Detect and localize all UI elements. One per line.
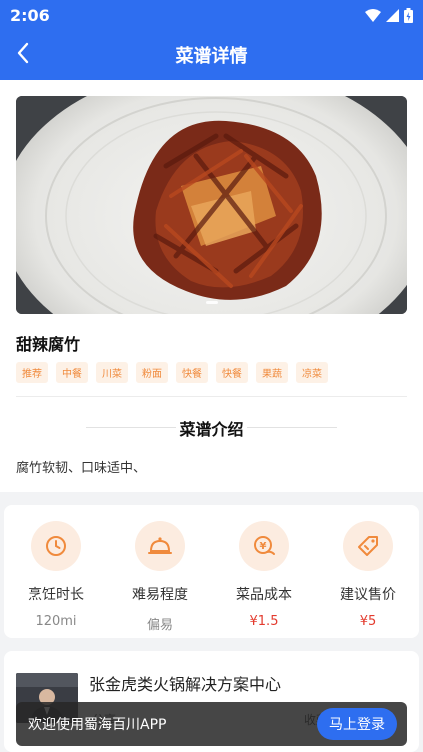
tag: 川菜 — [96, 362, 128, 383]
company-name: 张金虎类火锅解决方案中心 — [89, 675, 282, 694]
intro-title: 菜谱介绍 — [179, 420, 244, 439]
clock-icon — [46, 536, 66, 556]
stat-value: 120mi — [35, 614, 77, 629]
stat-icon-bg — [31, 521, 81, 571]
cost-icon: ¥ — [254, 536, 275, 555]
nav-bar: 菜谱详情 — [0, 30, 423, 80]
stat-value: 偏易 — [146, 618, 173, 633]
intro-heading: 菜谱介绍 — [0, 416, 423, 440]
svg-text:¥: ¥ — [260, 541, 267, 552]
status-icons — [365, 7, 413, 23]
tag-list: 推荐 中餐 川菜 粉面 快餐 快餐 果蔬 凉菜 — [16, 362, 328, 383]
cloche-icon — [148, 537, 172, 554]
wifi-icon — [365, 8, 381, 22]
stats-card: 烹饪时长 120mi 难易程度 偏易 ¥ 菜品成本 ¥1.5 建议售价 ¥5 — [4, 505, 419, 638]
status-bar: 2:06 — [0, 0, 423, 30]
stat-suggested-price: 建议售价 ¥5 — [316, 505, 420, 629]
tag: 推荐 — [16, 362, 48, 383]
stat-label: 建议售价 — [340, 587, 396, 603]
stat-label: 菜品成本 — [236, 587, 292, 603]
stat-cooking-time: 烹饪时长 120mi — [4, 505, 108, 629]
stat-icon-bg: ¥ — [239, 521, 289, 571]
battery-icon — [404, 7, 413, 23]
tag: 粉面 — [136, 362, 168, 383]
price-tag-icon — [358, 536, 378, 556]
status-time: 2:06 — [10, 5, 50, 25]
recipe-card: 甜辣腐竹 推荐 中餐 川菜 粉面 快餐 快餐 果蔬 凉菜 菜谱介绍 腐竹软韧、口… — [0, 80, 423, 492]
dish-photo[interactable] — [16, 96, 407, 314]
intro-text: 腐竹软韧、口味适中、 — [16, 461, 147, 476]
tag: 凉菜 — [296, 362, 328, 383]
tag: 中餐 — [56, 362, 88, 383]
signal-icon — [386, 8, 399, 22]
stat-difficulty: 难易程度 偏易 — [108, 505, 212, 633]
dish-photo-illustration — [16, 96, 407, 314]
login-button[interactable]: 马上登录 — [317, 708, 397, 740]
toast-message: 欢迎使用蜀海百川APP — [28, 717, 167, 733]
page-title: 菜谱详情 — [175, 46, 248, 67]
login-toast: 欢迎使用蜀海百川APP 马上登录 — [16, 702, 407, 746]
stat-value: ¥5 — [359, 614, 377, 629]
stat-label: 难易程度 — [132, 587, 188, 603]
carousel-indicator — [16, 301, 407, 304]
tag: 快餐 — [176, 362, 208, 383]
tag: 快餐 — [216, 362, 248, 383]
stat-value: ¥1.5 — [249, 614, 279, 629]
stat-label: 烹饪时长 — [28, 587, 84, 603]
tag: 果蔬 — [256, 362, 288, 383]
stat-icon-bg — [135, 521, 185, 571]
stat-icon-bg — [343, 521, 393, 571]
divider — [16, 396, 407, 397]
dish-name: 甜辣腐竹 — [16, 335, 81, 354]
stat-cost: ¥ 菜品成本 ¥1.5 — [212, 505, 316, 629]
